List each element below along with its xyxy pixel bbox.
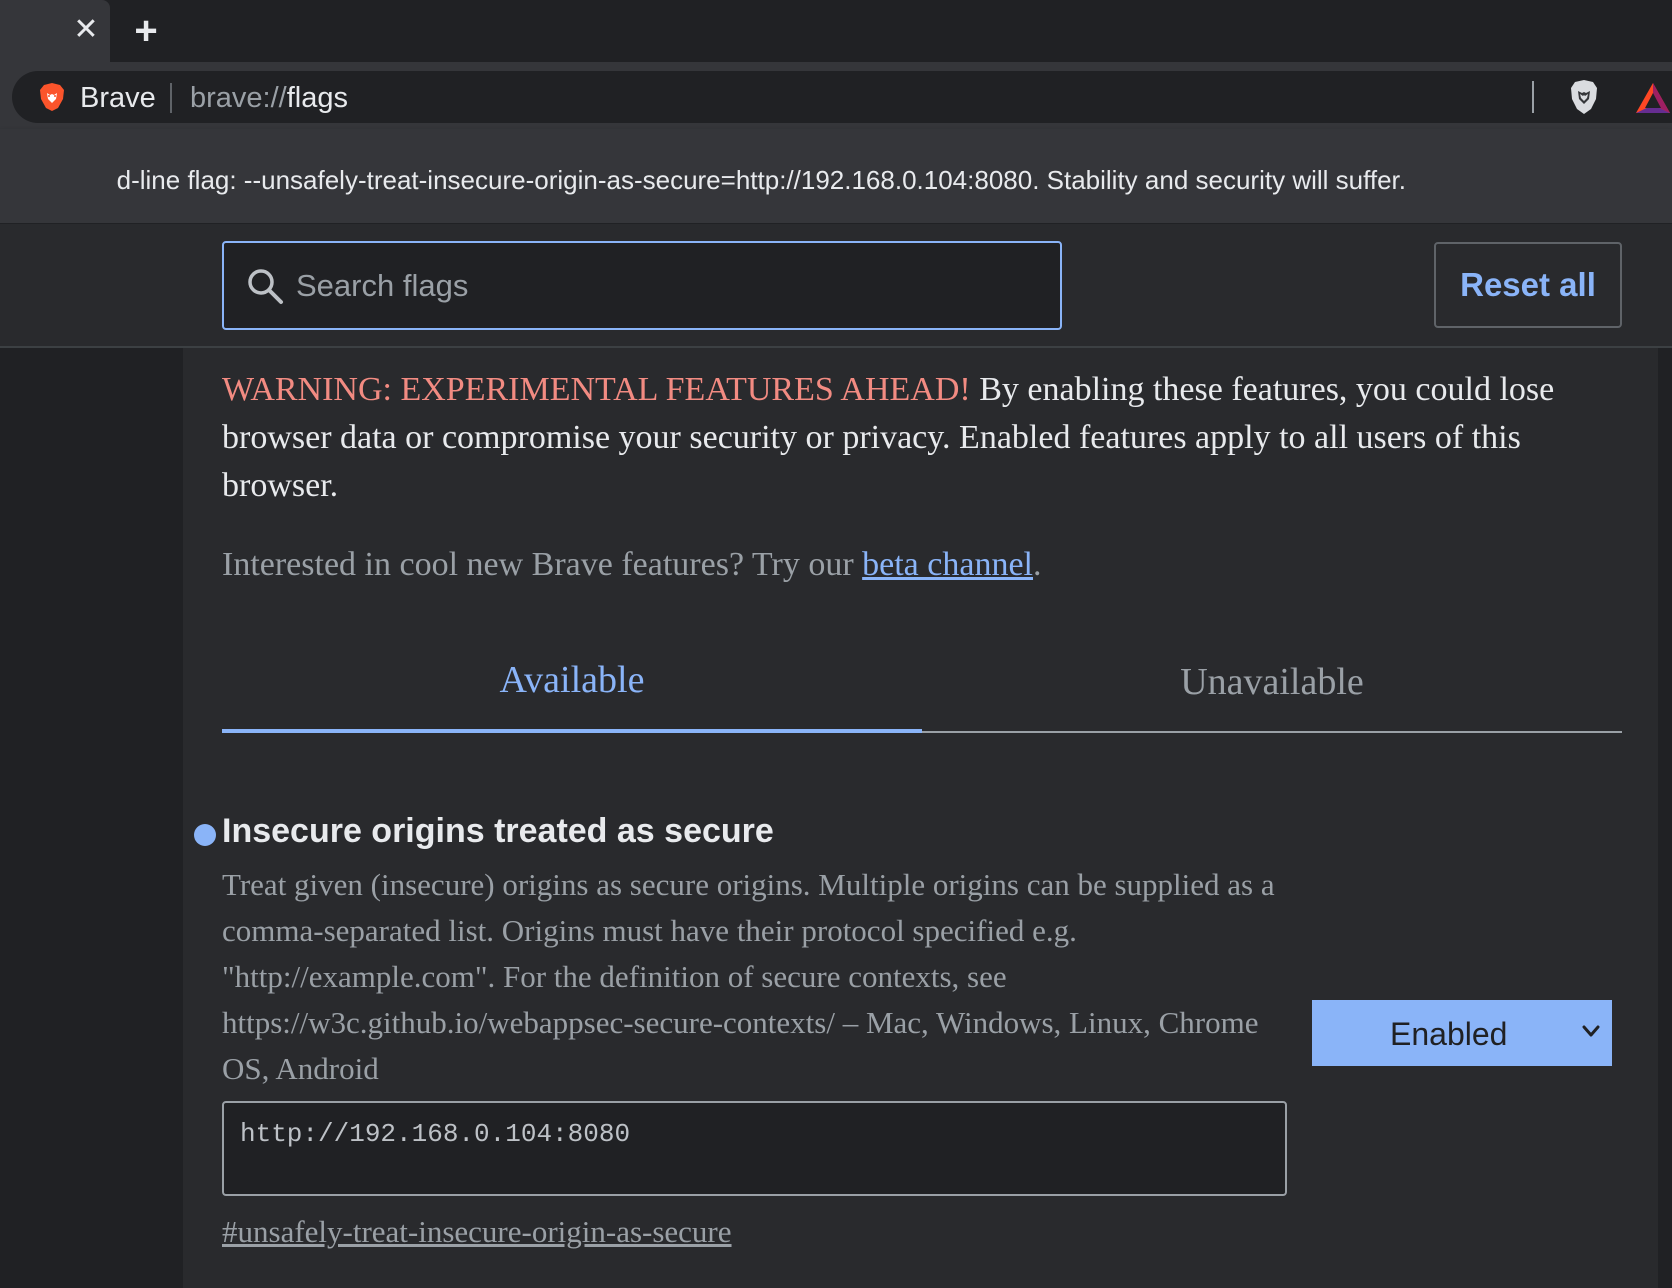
beta-channel-link[interactable]: beta channel	[862, 546, 1033, 583]
tab-strip: ✕ +	[0, 0, 1672, 62]
experiment-permalink[interactable]: #unsafely-treat-insecure-origin-as-secur…	[222, 1214, 732, 1250]
experiment-title: Insecure origins treated as secure	[222, 812, 774, 850]
modified-indicator-dot	[194, 824, 216, 846]
url-path: flags	[286, 82, 348, 114]
brave-rewards-icon[interactable]	[1634, 81, 1672, 115]
warning-text: WARNING: EXPERIMENTAL FEATURES AHEAD! By…	[222, 366, 1622, 510]
active-tab-indicator	[222, 729, 922, 733]
experiment-state-select[interactable]: Enabled	[1312, 1000, 1612, 1066]
tab-available[interactable]: Available	[222, 650, 922, 732]
warning-title: WARNING: EXPERIMENTAL FEATURES AHEAD!	[222, 371, 971, 408]
infobar-message: d-line flag: --unsafely-treat-insecure-o…	[116, 165, 1406, 195]
omnibox-divider	[170, 83, 172, 113]
beta-promo: Interested in cool new Brave features? T…	[222, 546, 1042, 584]
site-name: Brave	[80, 82, 156, 114]
search-icon	[248, 269, 283, 304]
origin-list-textarea[interactable]: http://192.168.0.104:8080	[222, 1101, 1287, 1196]
experiment-description: Treat given (insecure) origins as secure…	[222, 867, 1275, 1086]
select-value: Enabled	[1390, 1016, 1508, 1052]
scrollbar-track[interactable]	[1658, 348, 1672, 1288]
close-icon[interactable]: ✕	[70, 14, 102, 46]
brave-lion-icon	[40, 83, 64, 111]
new-tab-button[interactable]: +	[127, 9, 165, 53]
beta-prefix: Interested in cool new Brave features? T…	[222, 546, 863, 583]
brave-shields-icon[interactable]	[1568, 78, 1600, 116]
search-box[interactable]	[222, 241, 1062, 330]
omnibox-divider-right	[1532, 81, 1534, 113]
beta-suffix: .	[1033, 546, 1042, 583]
left-gutter	[0, 348, 183, 1288]
url-text[interactable]: brave://flags	[190, 82, 348, 115]
command-line-flag-infobar: d-line flag: --unsafely-treat-insecure-o…	[0, 129, 1672, 224]
toolbar: Brave brave://flags	[0, 62, 1672, 129]
url-scheme: brave://	[190, 82, 287, 114]
search-input[interactable]	[296, 243, 1036, 328]
chevron-down-icon	[1582, 1025, 1600, 1037]
address-bar[interactable]: Brave brave://flags	[12, 71, 1672, 123]
tab-unavailable[interactable]: Unavailable	[922, 652, 1622, 732]
reset-all-button[interactable]: Reset all	[1434, 242, 1622, 328]
browser-tab[interactable]: ✕	[0, 0, 110, 62]
flags-header: Reset all	[0, 224, 1672, 348]
plus-icon: +	[134, 9, 158, 53]
